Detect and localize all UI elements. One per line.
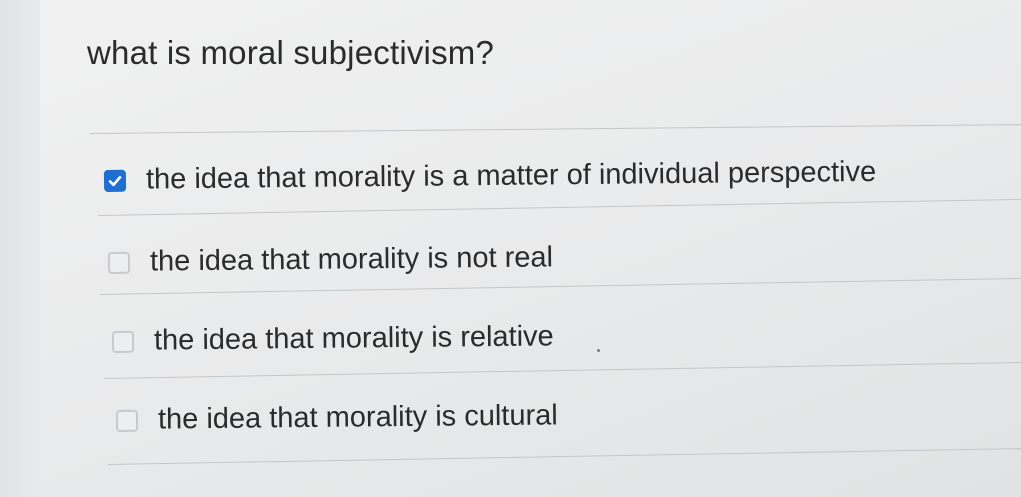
divider	[97, 198, 1021, 216]
answer-option-1[interactable]: the idea that morality is a matter of in…	[103, 155, 877, 197]
checkbox-checked[interactable]	[103, 169, 127, 192]
answer-option-label: the idea that morality is a matter of in…	[145, 155, 877, 196]
checkmark-icon	[108, 175, 122, 186]
answer-option-4[interactable]: the idea that morality is cultural	[115, 399, 558, 437]
checkbox-unchecked[interactable]	[111, 330, 135, 353]
quiz-screen: what is moral subjectivism? the idea tha…	[0, 0, 1021, 497]
answer-option-2[interactable]: the idea that morality is not real	[107, 241, 554, 279]
divider	[99, 277, 1021, 295]
answer-option-label: the idea that morality is cultural	[157, 399, 558, 436]
answer-option-3[interactable]: the idea that morality is relative	[111, 320, 554, 358]
divider	[107, 447, 1021, 465]
left-margin	[0, 0, 41, 497]
divider	[103, 361, 1021, 379]
answer-option-label: the idea that morality is not real	[149, 241, 554, 278]
screen-speck	[597, 349, 600, 352]
question-title: what is moral subjectivism?	[87, 34, 495, 71]
question-card: what is moral subjectivism? the idea tha…	[40, 0, 1021, 497]
answer-option-label: the idea that morality is relative	[153, 320, 554, 357]
divider	[89, 123, 1021, 134]
checkbox-unchecked[interactable]	[107, 251, 131, 274]
checkbox-unchecked[interactable]	[115, 409, 139, 432]
